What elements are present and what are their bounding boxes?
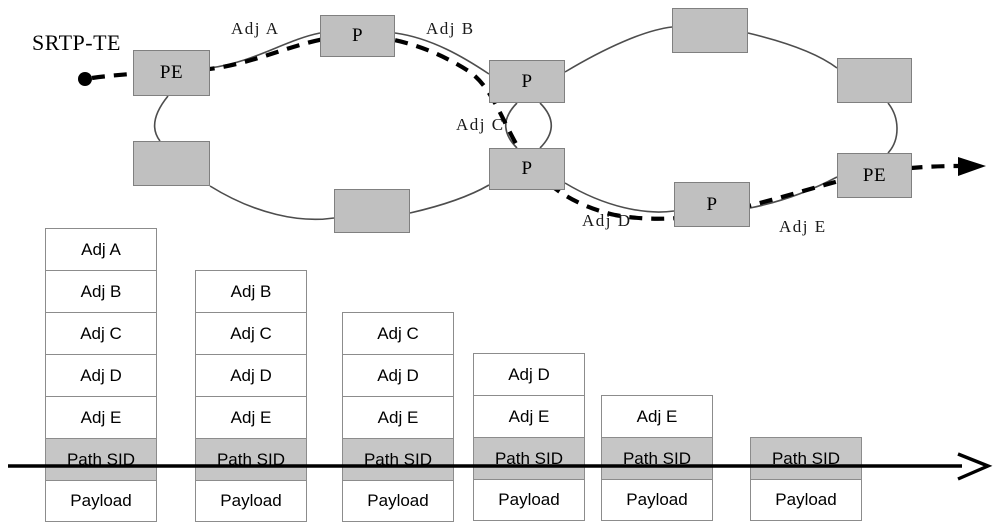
stack-cell-payload[interactable]: Payload [342, 480, 454, 522]
stack-cell-adjacency[interactable]: Adj E [601, 395, 713, 437]
stack-cell-adjacency[interactable]: Adj E [195, 396, 307, 438]
link-p-mid-up-to-node-c [564, 26, 673, 73]
stack-cell-adjacency[interactable]: Adj D [45, 354, 157, 396]
stack-cell-path-sid[interactable]: Path SID [750, 437, 862, 479]
node-p-middle-upper[interactable]: P [489, 60, 565, 103]
link-node-a-to-node-b [209, 185, 335, 221]
network-sr-te-diagram: SRTP-TE PE P P P P PE Adj A Adj B Adj C … [0, 0, 1000, 530]
label-stack-3: Adj C Adj D Adj E Path SID Payload [342, 312, 454, 522]
stack-cell-adjacency[interactable]: Adj D [342, 354, 454, 396]
label-stack-5: Adj E Path SID Payload [601, 395, 713, 521]
stack-cell-payload[interactable]: Payload [750, 479, 862, 521]
label-stack-6: Path SID Payload [750, 437, 862, 521]
stack-cell-adjacency[interactable]: Adj D [195, 354, 307, 396]
link-p-mid-parallel-right [539, 102, 553, 149]
link-node-d-to-pe-right [887, 102, 898, 154]
edge-label-adj-b: Adj B [426, 19, 475, 38]
stack-cell-adjacency[interactable]: Adj E [45, 396, 157, 438]
stack-cell-payload[interactable]: Payload [473, 479, 585, 521]
link-node-b-to-p-mid-dn [409, 184, 490, 214]
node-pe-right[interactable]: PE [837, 153, 912, 198]
srte-source-label: SRTP-TE [32, 30, 121, 55]
stack-cell-adjacency[interactable]: Adj C [45, 312, 157, 354]
label-stack-1: Adj A Adj B Adj C Adj D Adj E Path SID Payload [45, 228, 157, 522]
node-p-middle-lower[interactable]: P [489, 148, 565, 190]
stack-cell-adjacency[interactable]: Adj B [45, 270, 157, 312]
link-pe-left-to-node-a [153, 95, 169, 142]
path-start-dot [78, 72, 92, 86]
stack-cell-adjacency[interactable]: Adj D [473, 353, 585, 395]
stack-cell-payload[interactable]: Payload [195, 480, 307, 522]
stack-cell-payload[interactable]: Payload [601, 479, 713, 521]
label-stack-2: Adj B Adj C Adj D Adj E Path SID Payload [195, 270, 307, 522]
edge-label-adj-c: Adj C [456, 115, 505, 134]
stack-cell-adjacency[interactable]: Adj E [342, 396, 454, 438]
stack-cell-path-sid[interactable]: Path SID [342, 438, 454, 480]
edge-label-adj-a: Adj A [231, 19, 280, 38]
link-node-c-to-node-d [747, 32, 838, 69]
stack-cell-adjacency[interactable]: Adj C [342, 312, 454, 354]
stack-cell-adjacency[interactable]: Adj A [45, 228, 157, 270]
node-p-top[interactable]: P [320, 15, 395, 57]
stack-cell-payload[interactable]: Payload [45, 480, 157, 522]
stack-cell-adjacency[interactable]: Adj B [195, 270, 307, 312]
stack-cell-path-sid[interactable]: Path SID [45, 438, 157, 480]
node-unlabeled-top-right[interactable] [672, 8, 748, 53]
node-pe-left[interactable]: PE [133, 50, 210, 96]
label-stack-4: Adj D Adj E Path SID Payload [473, 353, 585, 521]
stack-cell-path-sid[interactable]: Path SID [601, 437, 713, 479]
stack-cell-path-sid[interactable]: Path SID [195, 438, 307, 480]
link-p-top-to-p-mid-up [394, 32, 490, 75]
link-p-mid-dn-to-p-bottom [564, 182, 675, 213]
timeline-axis-arrowhead [957, 452, 993, 481]
node-unlabeled-left-lower[interactable] [133, 141, 210, 186]
node-unlabeled-bottom-left[interactable] [334, 189, 410, 233]
stack-cell-adjacency[interactable]: Adj E [473, 395, 585, 437]
node-unlabeled-right-upper[interactable] [837, 58, 912, 103]
edge-label-adj-e: Adj E [779, 217, 827, 236]
srte-path-arrowhead [958, 157, 986, 176]
node-p-bottom-right[interactable]: P [674, 182, 750, 227]
stack-cell-adjacency[interactable]: Adj C [195, 312, 307, 354]
stack-cell-path-sid[interactable]: Path SID [473, 437, 585, 479]
edge-label-adj-d: Adj D [582, 211, 632, 230]
